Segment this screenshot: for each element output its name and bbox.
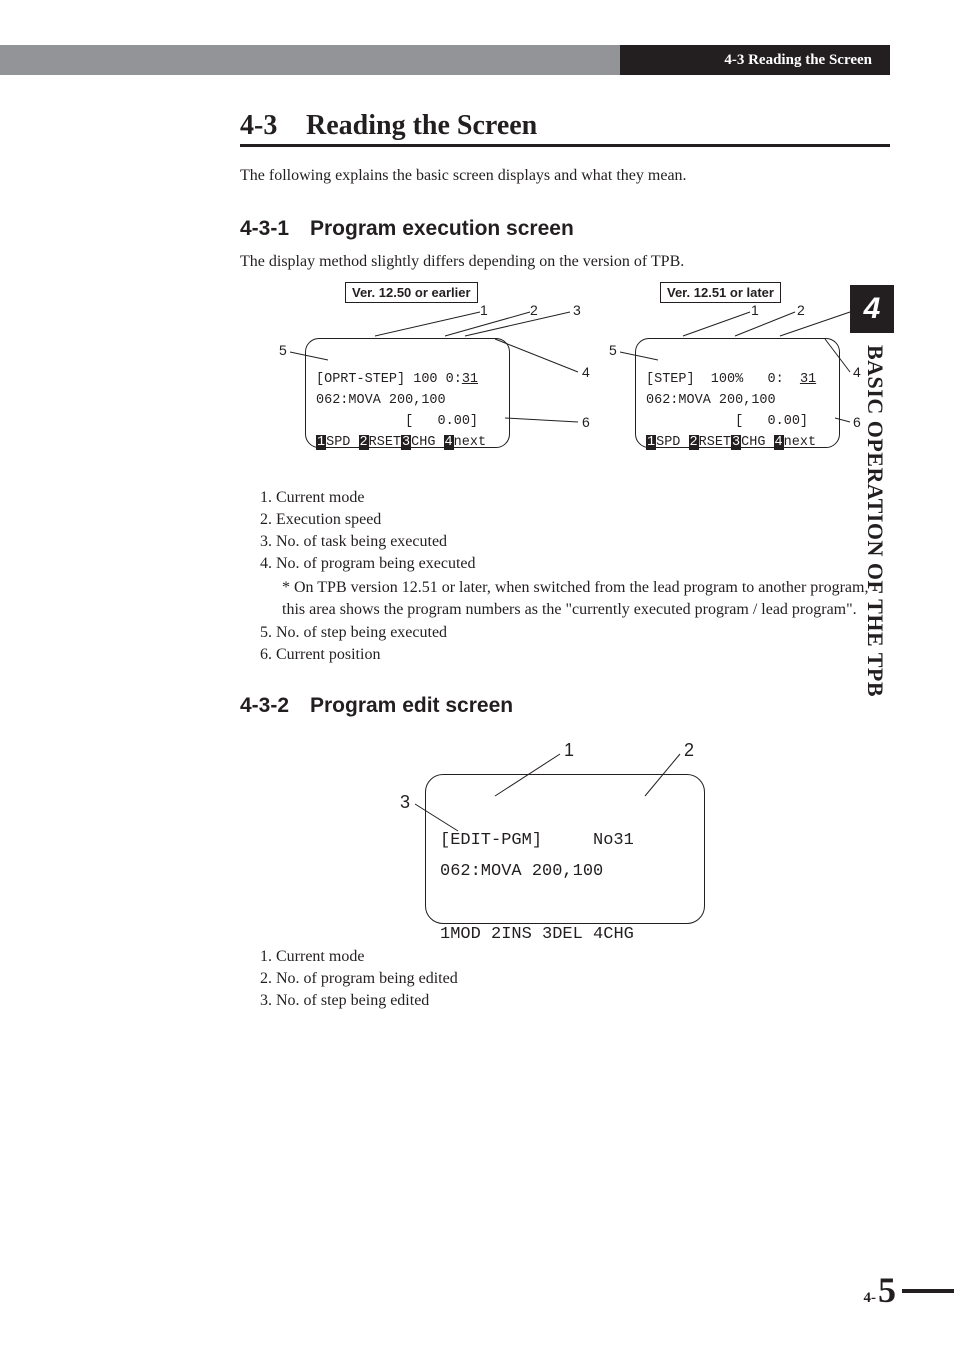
callout-e2: 2 [684,740,694,761]
section-number: 4-3 [240,110,306,142]
lcd-a-line3: [ 0.00] [316,414,478,429]
fk4-txt: next [454,435,486,450]
callout-b6: 6 [853,414,861,430]
fk3-txt: CHG [411,435,443,450]
fk2b-num: 2 [689,435,699,450]
efk2-txt: INS [501,925,542,944]
efk1-txt: MOD [450,925,491,944]
lcd-e-line1b: No31 [593,831,634,850]
subsection-title: Program execution screen [310,217,574,241]
callout-e3: 3 [400,792,410,813]
fk4b-txt: next [784,435,816,450]
legend-item: 3. No. of task being executed [260,533,890,551]
fk1-num: 1 [316,435,326,450]
legend-item: 1. Current mode [260,489,890,507]
fk3b-num: 3 [731,435,741,450]
fk2b-txt: RSET [699,435,731,450]
section-title: Reading the Screen [306,110,537,142]
fk1-txt: SPD [326,435,358,450]
lcd-screen-b: [STEP] 100% 0: 31 062:MOVA 200,100 [ 0.0… [635,338,840,448]
callout-e1: 1 [564,740,574,761]
legend-item: 4. No. of program being executed [260,555,890,573]
exec-legend-2: 5. No. of step being executed 6. Current… [260,624,890,664]
fk2-txt: RSET [369,435,401,450]
callout-b5: 5 [609,342,617,358]
subsection-heading: 4-3-1 Program execution screen [240,217,890,241]
callout-b4: 4 [853,364,861,380]
legend-item: 5. No. of step being executed [260,624,890,642]
edit-legend: 1. Current mode 2. No. of program being … [260,948,890,1010]
top-bar: 4-3 Reading the Screen [0,45,954,75]
intro-paragraph: The following explains the basic screen … [240,165,890,187]
version-label-b: Ver. 12.51 or later [660,282,781,303]
legend-item: 3. No. of step being edited [260,992,890,1010]
callout-4: 4 [582,364,590,380]
lcd-e-line2: 062:MOVA 200,100 [440,862,603,881]
callout-b2: 2 [797,302,805,318]
lcd-b-line2: 062:MOVA 200,100 [646,393,776,408]
edit-screen-diagram: [EDIT-PGM] No31 062:MOVA 200,100 1MOD 2I… [240,736,890,936]
page-number: 4- 5 [864,1269,897,1311]
efk1-num: 1 [440,925,450,944]
callout-1: 1 [480,302,488,318]
efk4-num: 4 [593,925,603,944]
lcd-a-line2: 062:MOVA 200,100 [316,393,446,408]
lcd-a-line1a: [OPRT-STEP] 100 0: [316,372,462,387]
lcd-edit-screen: [EDIT-PGM] No31 062:MOVA 200,100 1MOD 2I… [425,774,705,924]
callout-6: 6 [582,414,590,430]
fk3b-txt: CHG [741,435,773,450]
legend-note: * On TPB version 12.51 or later, when sw… [282,577,890,620]
lcd-e-line1a: [EDIT-PGM] [440,831,593,850]
running-head: 4-3 Reading the Screen [620,45,890,75]
callout-3: 3 [573,302,581,318]
lcd-screen-a: [OPRT-STEP] 100 0:31 062:MOVA 200,100 [ … [305,338,510,448]
efk3-txt: DEL [552,925,593,944]
legend-item: 2. Execution speed [260,511,890,529]
callout-5: 5 [279,342,287,358]
exec-screen-diagrams: Ver. 12.50 or earlier [OPRT-STEP] 100 0:… [240,282,890,477]
subsection-intro: The display method slightly differs depe… [240,251,890,273]
lcd-b-line1b: 31 [800,372,816,387]
subsection-heading-2: 4-3-2 Program edit screen [240,694,890,718]
efk2-num: 2 [491,925,501,944]
fk4-num: 4 [444,435,454,450]
page-footer-rule [902,1289,954,1293]
callout-b3: 3 [853,302,861,318]
lcd-a-line1b: 31 [462,372,478,387]
fk1b-num: 1 [646,435,656,450]
fk3-num: 3 [401,435,411,450]
page-num: 5 [878,1269,896,1311]
subsection-number: 4-3-1 [240,217,310,241]
subsection-number-2: 4-3-2 [240,694,310,718]
fk4b-num: 4 [774,435,784,450]
subsection-title-2: Program edit screen [310,694,513,718]
fk1b-txt: SPD [656,435,688,450]
callout-2: 2 [530,302,538,318]
efk4-txt: CHG [603,925,634,944]
lcd-b-line3: [ 0.00] [646,414,808,429]
legend-item: 6. Current position [260,646,890,664]
legend-item: 1. Current mode [260,948,890,966]
efk3-num: 3 [542,925,552,944]
version-label-a: Ver. 12.50 or earlier [345,282,478,303]
top-bar-gray [0,45,620,75]
lcd-b-line1a: [STEP] 100% 0: [646,372,800,387]
page-prefix: 4- [864,1290,877,1307]
exec-legend: 1. Current mode 2. Execution speed 3. No… [260,489,890,573]
fk2-num: 2 [359,435,369,450]
callout-b1: 1 [751,302,759,318]
legend-item: 2. No. of program being edited [260,970,890,988]
section-heading: 4-3 Reading the Screen [240,110,890,147]
